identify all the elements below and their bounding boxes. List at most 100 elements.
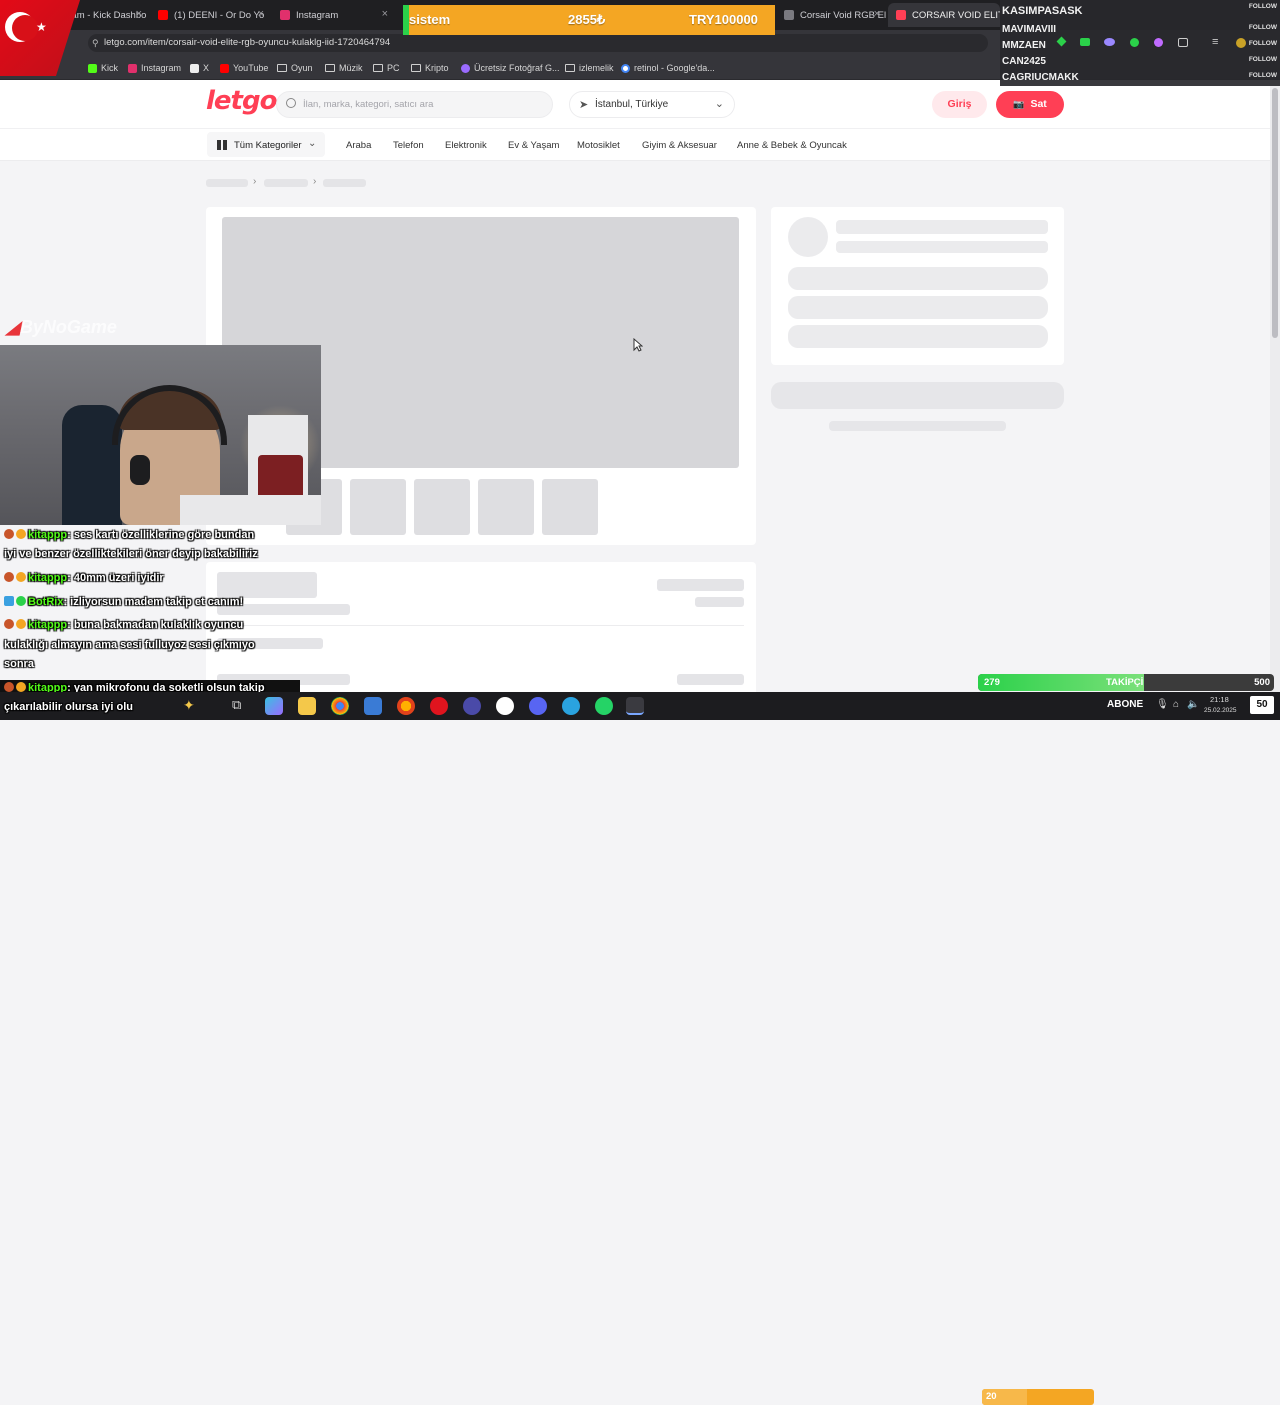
watermark-logo: ◢ByNoGame	[6, 317, 117, 338]
telegram-icon[interactable]	[562, 697, 580, 715]
extension-icon[interactable]	[1080, 38, 1090, 46]
category-elektronik[interactable]: Elektronik	[445, 140, 487, 151]
clock-date[interactable]: 25.02.2025	[1204, 707, 1237, 714]
follower-goal-bar: 279 TAKİPÇİ 500	[978, 674, 1274, 691]
chat-message: BotRix: izliyorsun madem takip et canım!	[4, 596, 243, 608]
site-info-icon[interactable]: ⚲	[92, 34, 99, 52]
chrome-active-icon[interactable]	[626, 697, 644, 715]
bookmark-folder-pc[interactable]: PC	[373, 61, 400, 75]
extension-icon[interactable]	[1154, 38, 1163, 47]
extension-icon[interactable]	[1104, 38, 1115, 46]
chat-text: çıkarılabilir olursa iyi olu	[4, 701, 133, 713]
bookmark-folder-izlemelik[interactable]: izlemelik	[565, 61, 614, 75]
chat-text: kulaklığı almayın ama sesi fulluyoz sesi…	[4, 639, 255, 651]
profile-icon[interactable]	[1236, 38, 1246, 48]
action-skeleton[interactable]	[771, 382, 1064, 409]
obs-icon[interactable]	[496, 697, 514, 715]
search-input[interactable]: İlan, marka, kategori, satıcı ara	[276, 91, 553, 118]
close-icon[interactable]: ×	[874, 8, 880, 20]
copilot-icon[interactable]	[265, 697, 283, 715]
close-icon[interactable]: ×	[382, 8, 388, 20]
page-scrollbar[interactable]	[1270, 80, 1280, 692]
all-categories-button[interactable]: Tüm Kategoriler ⌄	[207, 132, 325, 157]
chevron-down-icon: ⌄	[714, 98, 724, 110]
follower-name: KASIMPASASK	[1002, 5, 1083, 17]
mail-icon[interactable]	[364, 697, 382, 715]
button-skeleton[interactable]	[788, 296, 1048, 319]
clock-time[interactable]: 21:18	[1210, 695, 1229, 704]
thumbnail-skeleton[interactable]	[350, 479, 406, 535]
donation-alert: sistem 2855₺ TRY100000	[403, 5, 775, 35]
sparkle-icon[interactable]: ✦	[183, 697, 201, 715]
bookmark-label: YouTube	[233, 63, 269, 73]
bookmark-instagram[interactable]: Instagram	[128, 61, 181, 75]
thumbnail-skeleton[interactable]	[478, 479, 534, 535]
follow-tag: FOLLOW	[1248, 24, 1277, 31]
mic-icon[interactable]: 🎙	[1156, 699, 1169, 710]
follow-tag: FOLLOW	[1248, 72, 1277, 79]
thumbnail-skeleton[interactable]	[414, 479, 470, 535]
bookmark-youtube[interactable]: YouTube	[220, 61, 268, 75]
bookmark-label: Oyun	[291, 63, 313, 73]
category-motosiklet[interactable]: Motosiklet	[577, 140, 620, 151]
bookmark-kick[interactable]: Kick	[88, 61, 118, 75]
bookmark-google[interactable]: retinol - Google'da...	[621, 61, 715, 75]
bookmark-x[interactable]: X	[190, 61, 209, 75]
opera-icon[interactable]	[430, 697, 448, 715]
bookmark-label: Instagram	[141, 63, 182, 73]
badge-icon	[16, 572, 26, 582]
detail-skeleton	[677, 674, 744, 685]
url-text: letgo.com/item/corsair-void-elite-rgb-oy…	[104, 37, 391, 48]
sub-goal-target: 50	[1250, 696, 1274, 714]
url-field[interactable]: ⚲ letgo.com/item/corsair-void-elite-rgb-…	[88, 34, 988, 52]
category-ev-yasam[interactable]: Ev & Yaşam	[508, 140, 559, 151]
category-giyim-aksesuar[interactable]: Giyim & Aksesuar	[642, 140, 717, 151]
app-icon[interactable]	[463, 697, 481, 715]
tab-letgo-active[interactable]: CORSAIR VOID ELITE	[888, 3, 1000, 27]
scrollbar-thumb[interactable]	[1272, 88, 1278, 338]
tab-youtube[interactable]: (1) DEENI - Or Do Yo ×	[150, 3, 270, 27]
volume-icon[interactable]: 🔈	[1187, 699, 1199, 710]
bookmark-photo[interactable]: Ücretsiz Fotoğraf G...	[461, 61, 560, 75]
network-icon[interactable]: ⌂	[1173, 699, 1179, 710]
button-skeleton[interactable]	[788, 267, 1048, 290]
thumbnail-skeleton[interactable]	[542, 479, 598, 535]
category-araba[interactable]: Araba	[346, 140, 371, 151]
sell-label: Sat	[1030, 98, 1047, 110]
discord-icon[interactable]	[529, 697, 547, 715]
kick-icon	[88, 63, 97, 73]
category-anne-bebek-oyuncak[interactable]: Anne & Bebek & Oyuncak	[737, 140, 847, 151]
extension-icon[interactable]	[1056, 36, 1067, 47]
follow-tag: FOLLOW	[1248, 56, 1277, 63]
close-icon[interactable]: ×	[136, 8, 142, 20]
bookmark-folder-muzik[interactable]: Müzik	[325, 61, 363, 75]
file-explorer-icon[interactable]	[298, 697, 316, 715]
login-button[interactable]: Giriş	[932, 91, 987, 118]
breadcrumb-skeleton	[323, 179, 366, 187]
extension-icon[interactable]	[1178, 38, 1188, 47]
extension-icon[interactable]	[1130, 38, 1139, 47]
close-icon[interactable]: ×	[258, 8, 264, 20]
chat-text: sonra	[4, 658, 34, 670]
bookmark-folder-kripto[interactable]: Kripto	[411, 61, 449, 75]
menu-lines-icon[interactable]: ≡	[1212, 36, 1218, 48]
firefox-icon[interactable]	[397, 697, 415, 715]
location-selector[interactable]: ➤ İstanbul, Türkiye ⌄	[569, 91, 735, 118]
follower-goal-label: TAKİPÇİ	[1106, 677, 1144, 688]
sell-button[interactable]: 📷 Sat	[996, 91, 1064, 118]
detail-skeleton	[695, 597, 744, 607]
bookmark-folder-oyun[interactable]: Oyun	[277, 61, 313, 75]
stream-chat-overlay: kitappp: ses kartı özelliklerine göre bu…	[0, 528, 310, 698]
category-telefon[interactable]: Telefon	[393, 140, 424, 151]
mouse-cursor-icon	[633, 338, 643, 352]
webcam-feed	[0, 345, 321, 525]
donation-amount: 2855₺	[568, 12, 606, 27]
tab-instagram[interactable]: Instagram ×	[272, 3, 394, 27]
button-skeleton[interactable]	[788, 325, 1048, 348]
letgo-logo[interactable]: letgo	[206, 86, 277, 116]
letgo-icon	[896, 10, 906, 20]
whatsapp-icon[interactable]	[595, 697, 613, 715]
chrome-icon[interactable]	[331, 697, 349, 715]
tab-corsair-product[interactable]: Corsair Void RGB Elit ×	[776, 3, 886, 27]
task-view-icon[interactable]: ⧉	[232, 697, 250, 715]
